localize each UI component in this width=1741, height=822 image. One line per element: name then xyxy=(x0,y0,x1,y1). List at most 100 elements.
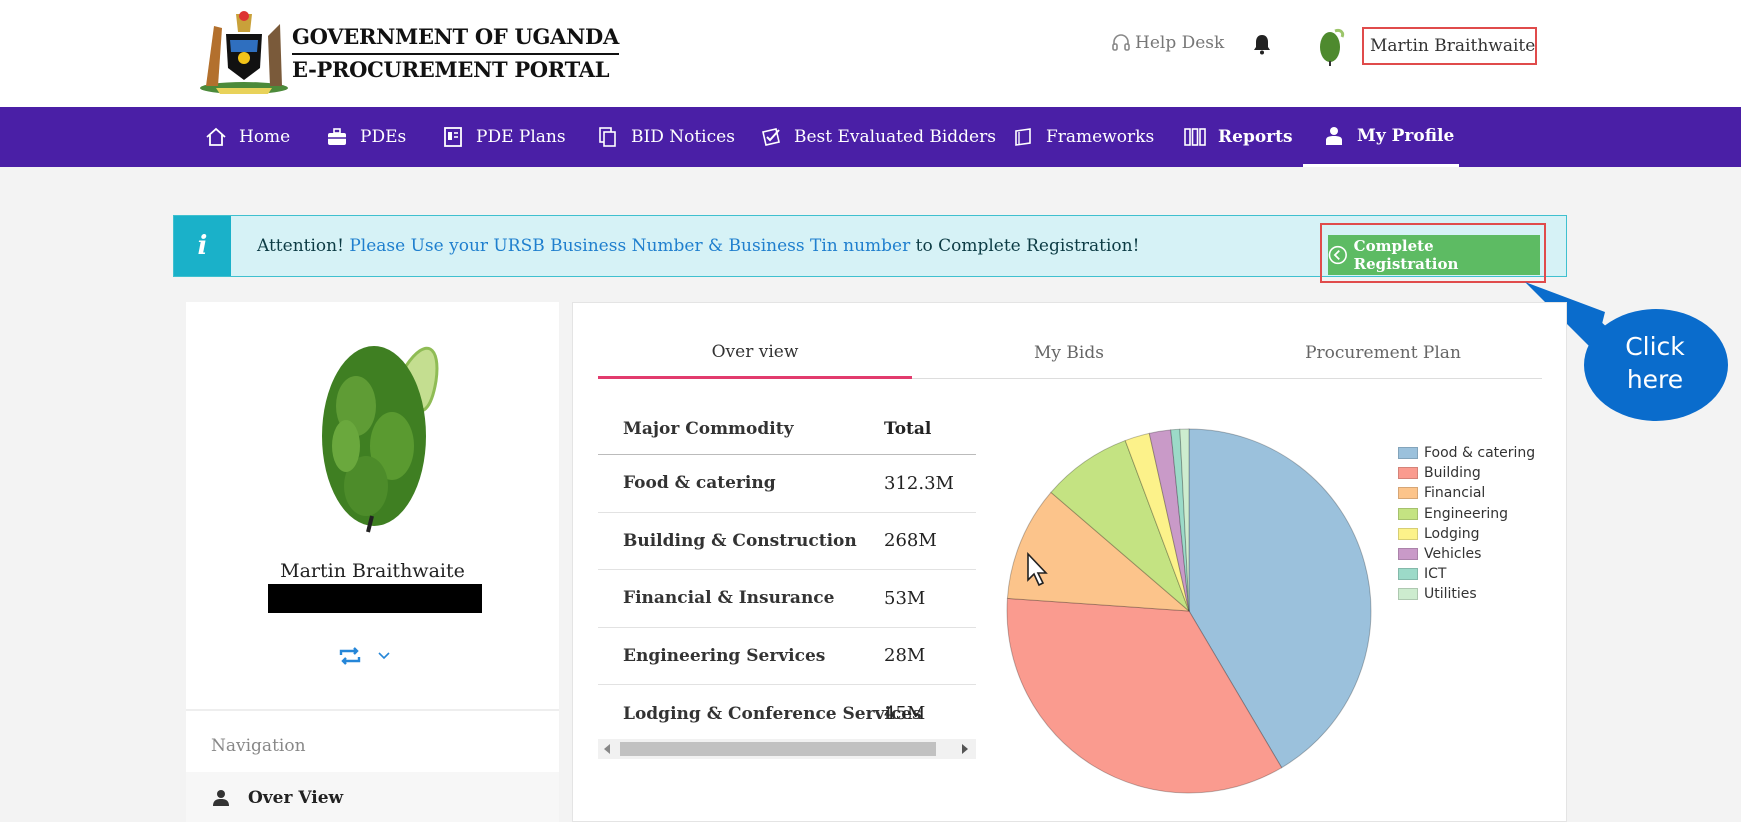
documents-icon xyxy=(599,127,616,147)
callout-text: Click here xyxy=(1588,330,1722,396)
legend-swatch xyxy=(1398,447,1418,460)
table-row: Building & Construction 268M xyxy=(598,513,976,570)
nav-item-home[interactable]: Home xyxy=(205,107,290,167)
legend-item[interactable]: Financial xyxy=(1398,483,1535,503)
legend-label: Engineering xyxy=(1424,505,1508,522)
main-navbar: Home PDEs PDE Plans BID Notices Best Eva… xyxy=(0,107,1741,167)
scroll-right-arrow-icon[interactable] xyxy=(962,744,968,754)
commodities-table: Major Commodity Total Food & catering 31… xyxy=(598,403,976,743)
tab-my-bids[interactable]: My Bids xyxy=(912,327,1226,379)
portal-brand[interactable]: GOVERNMENT OF UGANDA E-PROCUREMENT PORTA… xyxy=(292,22,619,85)
total-cell: 268M xyxy=(884,530,937,552)
table-header-row: Major Commodity Total xyxy=(598,403,976,455)
table-row: Financial & Insurance 53M xyxy=(598,570,976,628)
navigation-title: Navigation xyxy=(211,736,306,756)
legend-item[interactable]: Utilities xyxy=(1398,584,1535,604)
tab-over-view[interactable]: Over view xyxy=(598,327,912,379)
scroll-left-arrow-icon[interactable] xyxy=(604,744,610,754)
nav-item-bid-notices[interactable]: BID Notices xyxy=(597,107,735,167)
nav-label: PDE Plans xyxy=(476,127,566,147)
commodity-cell: Food & catering xyxy=(623,473,776,494)
user-menu-name: Martin Braithwaite xyxy=(1370,36,1536,56)
complete-registration-button[interactable]: Complete Registration xyxy=(1328,235,1540,275)
checklist-icon xyxy=(762,128,780,146)
total-cell: 312.3M xyxy=(884,472,954,494)
table-horizontal-scrollbar[interactable] xyxy=(598,739,976,759)
legend-item[interactable]: Lodging xyxy=(1398,524,1535,544)
nav-item-pde-plans[interactable]: PDE Plans xyxy=(442,107,566,167)
legend-swatch xyxy=(1398,487,1418,500)
redacted-info xyxy=(268,584,482,613)
legend-label: Utilities xyxy=(1424,586,1477,603)
nav-item-my-profile[interactable]: My Profile xyxy=(1303,107,1459,167)
chevron-down-icon xyxy=(378,652,390,660)
user-menu-dropdown[interactable]: Martin Braithwaite xyxy=(1362,27,1537,65)
help-desk-label: Help Desk xyxy=(1135,33,1225,53)
column-header: Major Commodity xyxy=(623,418,794,439)
nav-item-best-evaluated-bidders[interactable]: Best Evaluated Bidders xyxy=(760,107,996,167)
nav-label: Best Evaluated Bidders xyxy=(794,127,996,147)
nav-label: BID Notices xyxy=(631,127,735,147)
brand-line-2: E-PROCUREMENT PORTAL xyxy=(292,57,610,82)
legend-item[interactable]: Vehicles xyxy=(1398,544,1535,564)
legend-item[interactable]: Engineering xyxy=(1398,504,1535,524)
legend-label: Food & catering xyxy=(1424,445,1536,462)
info-icon: i xyxy=(174,216,231,276)
nav-item-pdes[interactable]: PDEs xyxy=(326,107,406,167)
callout-line-2: here xyxy=(1626,365,1684,394)
exchange-icon xyxy=(339,647,361,665)
column-header: Total xyxy=(884,418,932,439)
table-row: Lodging & Conference Services 45M xyxy=(598,685,976,743)
callout-line-1: Click xyxy=(1625,332,1685,361)
alert-message: Attention! Please Use your URSB Business… xyxy=(257,236,1139,256)
plan-icon xyxy=(444,127,462,147)
sidebar-item-label: Over View xyxy=(248,788,344,808)
commodity-cell: Lodging & Conference Services xyxy=(623,703,922,724)
legend-swatch xyxy=(1398,548,1418,561)
legend-swatch xyxy=(1398,467,1418,480)
nav-label: PDEs xyxy=(360,127,407,147)
briefcase-icon xyxy=(328,128,346,145)
commodity-cell: Engineering Services xyxy=(623,645,826,666)
alert-highlight: Please Use your URSB Business Number & B… xyxy=(349,236,911,256)
legend-label: Vehicles xyxy=(1424,546,1482,563)
legend-swatch xyxy=(1398,568,1418,581)
nav-item-frameworks[interactable]: Frameworks xyxy=(1012,107,1154,167)
sidebar-item-over-view[interactable]: Over View xyxy=(186,772,559,822)
pie-chart-legend: Food & catering Building Financial Engineer… xyxy=(1398,443,1535,605)
scrollbar-thumb[interactable] xyxy=(620,742,936,756)
legend-item[interactable]: Building xyxy=(1398,463,1535,483)
legend-label: Building xyxy=(1424,465,1481,482)
legend-item[interactable]: ICT xyxy=(1398,564,1535,584)
help-desk-link[interactable]: Help Desk xyxy=(1111,33,1224,53)
legend-swatch xyxy=(1398,527,1418,540)
home-icon xyxy=(206,127,226,146)
legend-item[interactable]: Food & catering xyxy=(1398,443,1535,463)
columns-icon xyxy=(1184,128,1206,146)
alert-suffix: to Complete Registration! xyxy=(915,236,1140,256)
chevron-left-circle-icon xyxy=(1328,245,1347,265)
tab-procurement-plan[interactable]: Procurement Plan xyxy=(1226,327,1540,379)
profile-card: Martin Braithwaite Navigation Over View xyxy=(186,302,559,822)
legend-label: ICT xyxy=(1424,566,1447,583)
complete-registration-label: Complete Registration xyxy=(1353,237,1459,273)
total-cell: 28M xyxy=(884,645,926,667)
switch-account-control[interactable] xyxy=(338,646,390,666)
total-cell: 45M xyxy=(884,703,926,725)
nav-item-reports[interactable]: Reports xyxy=(1184,107,1293,167)
commodity-cell: Financial & Insurance xyxy=(623,588,835,609)
uganda-coat-of-arms-logo[interactable] xyxy=(196,6,292,96)
commodity-pie-chart xyxy=(1006,428,1372,794)
bell-icon[interactable] xyxy=(1252,33,1272,55)
nav-label: Reports xyxy=(1218,127,1293,147)
header-avatar[interactable] xyxy=(1315,25,1347,67)
nav-label: My Profile xyxy=(1357,125,1455,146)
top-header: GOVERNMENT OF UGANDA E-PROCUREMENT PORTA… xyxy=(0,0,1741,107)
profile-photo[interactable] xyxy=(296,326,456,536)
legend-label: Financial xyxy=(1424,485,1486,502)
nav-label: Home xyxy=(239,127,291,147)
profile-divider xyxy=(186,709,559,711)
total-cell: 53M xyxy=(884,587,926,609)
profile-tabs: Over view My Bids Procurement Plan xyxy=(598,327,1542,379)
profile-name: Martin Braithwaite xyxy=(280,560,465,582)
